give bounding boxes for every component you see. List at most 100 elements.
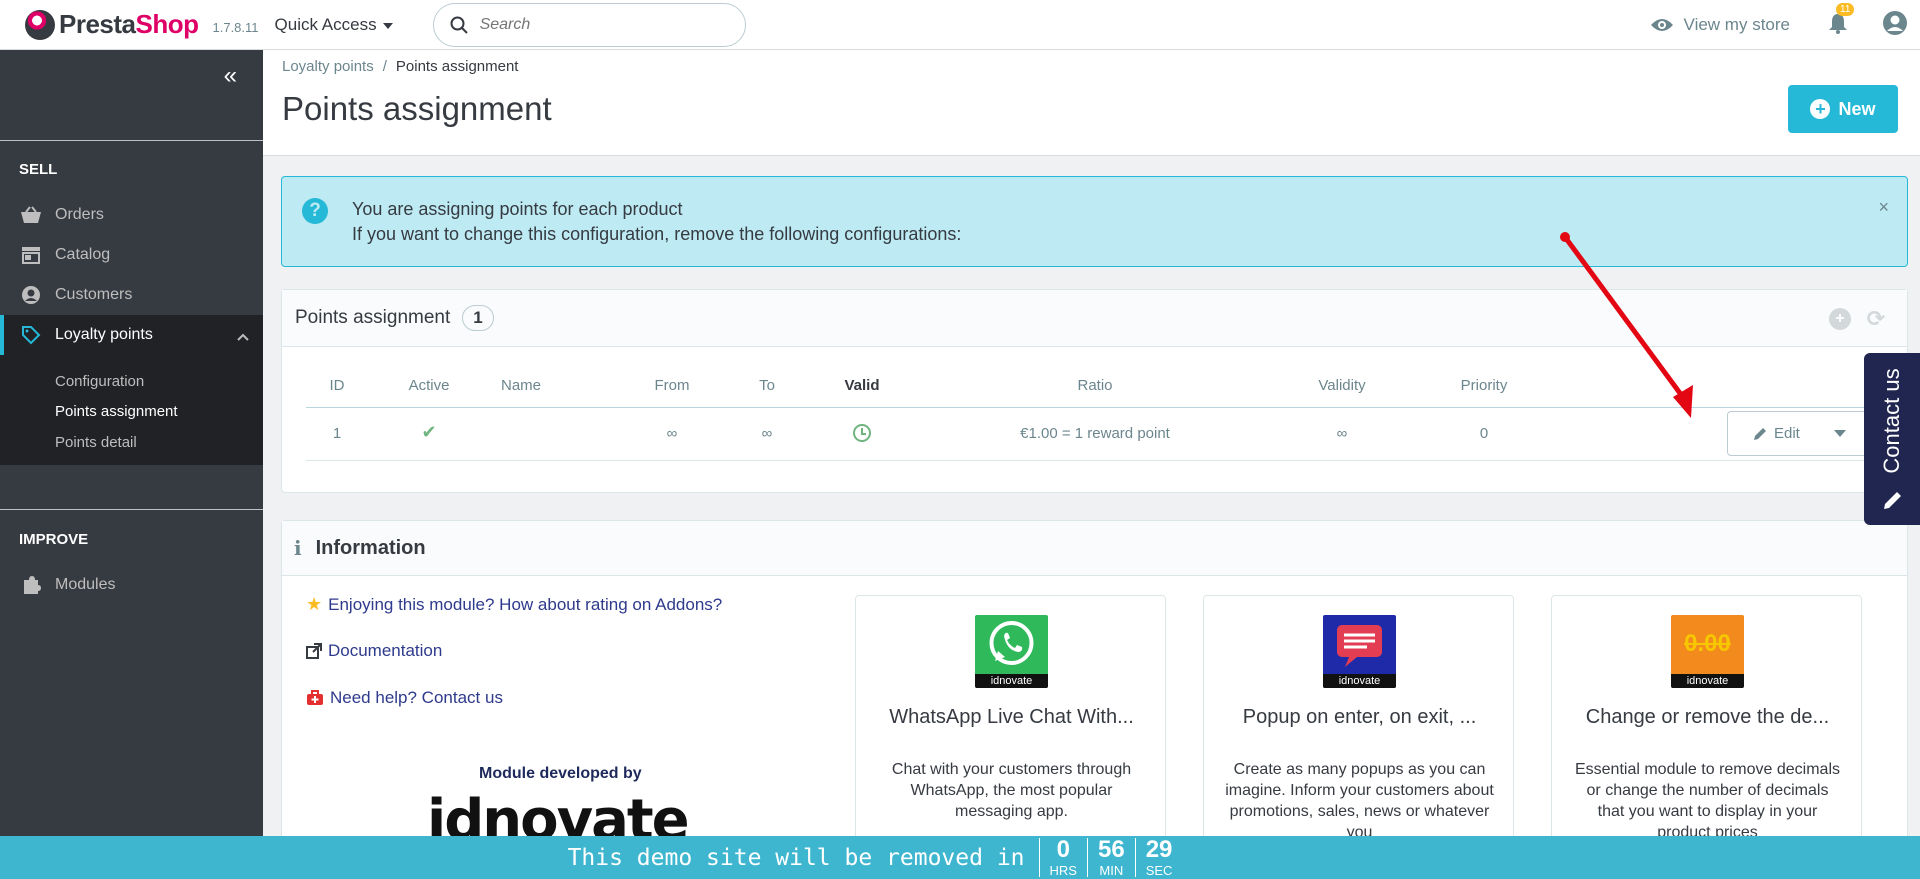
section-title-improve: IMPROVE	[19, 531, 89, 548]
info-icon: i	[294, 536, 302, 560]
search-input[interactable]	[479, 15, 700, 34]
popup-chat-icon: idnovate	[1323, 615, 1396, 688]
search-box[interactable]	[432, 2, 746, 47]
cell-priority: 0	[1479, 425, 1489, 442]
column-header-active[interactable]: Active	[409, 377, 450, 394]
close-icon[interactable]: ×	[1878, 197, 1889, 218]
store-icon	[19, 243, 43, 267]
panel-title: Points assignment	[295, 307, 451, 328]
collapse-sidebar-icon[interactable]: «	[224, 64, 237, 88]
clock-icon	[853, 424, 871, 442]
panel-heading: Points assignment 1 + ⟳	[282, 290, 1907, 347]
page-title: Points assignment	[282, 90, 552, 127]
sidebar-item-customers[interactable]: Customers	[0, 275, 263, 315]
sidebar: « SELL Orders Catalog Customers Loyalty …	[0, 50, 263, 879]
notifications-button[interactable]: 11	[1828, 2, 1855, 39]
page-header: Loyalty points / Points assignment Points …	[263, 50, 1920, 156]
column-header-validity[interactable]: Validity	[1318, 377, 1365, 394]
dropdown-toggle-icon[interactable]	[1834, 430, 1846, 437]
cell-to: ∞	[761, 425, 773, 442]
help-link-label: Need help? Contact us	[330, 688, 503, 707]
submenu-item-configuration[interactable]: Configuration	[55, 373, 144, 390]
sidebar-item-modules[interactable]: Modules	[0, 565, 263, 605]
minutes-value: 56	[1097, 836, 1125, 863]
plus-circle-icon: +	[1810, 99, 1831, 119]
question-circle-icon: ?	[302, 198, 328, 224]
account-circle-icon	[1883, 10, 1907, 35]
card-description: Create as many popups as you can imagine…	[1225, 761, 1494, 841]
timer-hours: 0 HRS	[1038, 838, 1087, 878]
breadcrumb-current: Points assignment	[395, 58, 519, 75]
cell-id: 1	[332, 425, 342, 442]
sidebar-item-label: Orders	[55, 206, 104, 223]
developed-by-label: Module developed by	[479, 765, 642, 782]
table-header-divider	[306, 407, 1866, 408]
notification-badge: 11	[1836, 2, 1855, 16]
card-brand-band: idnovate	[975, 674, 1048, 688]
cell-validity: ∞	[1336, 425, 1348, 442]
column-header-id[interactable]: ID	[330, 377, 345, 394]
add-new-icon[interactable]: +	[1829, 308, 1851, 330]
submenu-item-points-detail[interactable]: Points detail	[55, 434, 137, 451]
account-icon	[19, 283, 43, 307]
documentation-link-label: Documentation	[328, 641, 443, 660]
documentation-link[interactable]: Documentation	[306, 641, 442, 661]
refresh-icon[interactable]: ⟳	[1865, 306, 1887, 331]
column-header-name[interactable]: Name	[501, 377, 541, 394]
chevron-up-icon	[237, 328, 249, 346]
submenu-item-points-assignment[interactable]: Points assignment	[55, 403, 178, 420]
card-title: WhatsApp Live Chat With...	[889, 706, 1134, 728]
column-header-ratio[interactable]: Ratio	[1077, 377, 1112, 394]
cell-ratio: €1.00 = 1 reward point	[1020, 425, 1170, 442]
sidebar-item-loyalty-points[interactable]: Loyalty points	[0, 315, 263, 355]
timer-minutes: 56 MIN	[1086, 836, 1135, 877]
column-header-to[interactable]: To	[759, 377, 775, 394]
sidebar-item-orders[interactable]: Orders	[0, 195, 263, 235]
rating-link[interactable]: ★ Enjoying this module? How about rating…	[306, 594, 722, 615]
breadcrumb-parent[interactable]: Loyalty points	[282, 58, 374, 75]
row-actions: Edit	[1727, 411, 1867, 456]
employee-menu[interactable]	[1882, 10, 1908, 41]
contact-us-tab[interactable]: Contact us	[1864, 353, 1920, 525]
prestashop-logo[interactable]: PrestaShop	[25, 9, 199, 40]
hours-label: HRS	[1049, 863, 1077, 878]
quick-access-label: Quick Access	[274, 14, 377, 34]
checkmark-icon: ✔	[421, 422, 437, 442]
new-button-label: New	[1838, 98, 1876, 119]
breadcrumb-separator: /	[382, 58, 387, 75]
sidebar-item-catalog[interactable]: Catalog	[0, 235, 263, 275]
seconds-label: SEC	[1145, 863, 1173, 878]
pencil-icon	[1884, 492, 1901, 509]
loyalty-submenu: Configuration Points assignment Points d…	[0, 355, 263, 465]
information-title: Information	[315, 536, 426, 559]
decimals-icon: 0.00 idnovate	[1671, 615, 1744, 688]
seconds-value: 29	[1145, 836, 1173, 863]
breadcrumb: Loyalty points / Points assignment	[282, 58, 518, 75]
edit-button[interactable]: Edit	[1728, 425, 1828, 442]
card-title: Popup on enter, on exit, ...	[1242, 706, 1477, 728]
sidebar-item-label: Modules	[55, 576, 116, 593]
column-header-valid[interactable]: Valid	[844, 377, 879, 394]
caret-down-icon	[382, 22, 393, 29]
card-description: Chat with your customers through WhatsAp…	[891, 761, 1132, 820]
medkit-icon	[307, 690, 323, 705]
timer-seconds: 29 SEC	[1134, 836, 1183, 878]
pencil-icon	[1754, 427, 1766, 440]
whatsapp-icon: idnovate	[975, 615, 1048, 688]
view-store-label: View my store	[1683, 15, 1790, 34]
edit-label: Edit	[1774, 425, 1800, 442]
external-link-icon	[306, 643, 322, 659]
column-header-from[interactable]: From	[655, 377, 690, 394]
card-brand-band: idnovate	[1323, 674, 1396, 688]
view-store-link[interactable]: View my store	[1650, 15, 1790, 35]
help-link[interactable]: Need help? Contact us	[306, 688, 503, 708]
basket-icon	[19, 203, 43, 227]
column-header-priority[interactable]: Priority	[1461, 377, 1508, 394]
star-icon: ★	[306, 594, 323, 614]
top-header: PrestaShop 1.7.8.11 Quick Access View my…	[0, 0, 1920, 50]
quick-access-dropdown[interactable]: Quick Access	[275, 15, 393, 35]
sidebar-item-label: Catalog	[55, 246, 111, 263]
logo-text: PrestaShop	[59, 9, 199, 39]
new-button[interactable]: + New	[1788, 85, 1898, 133]
prestashop-logo-icon	[25, 9, 55, 40]
